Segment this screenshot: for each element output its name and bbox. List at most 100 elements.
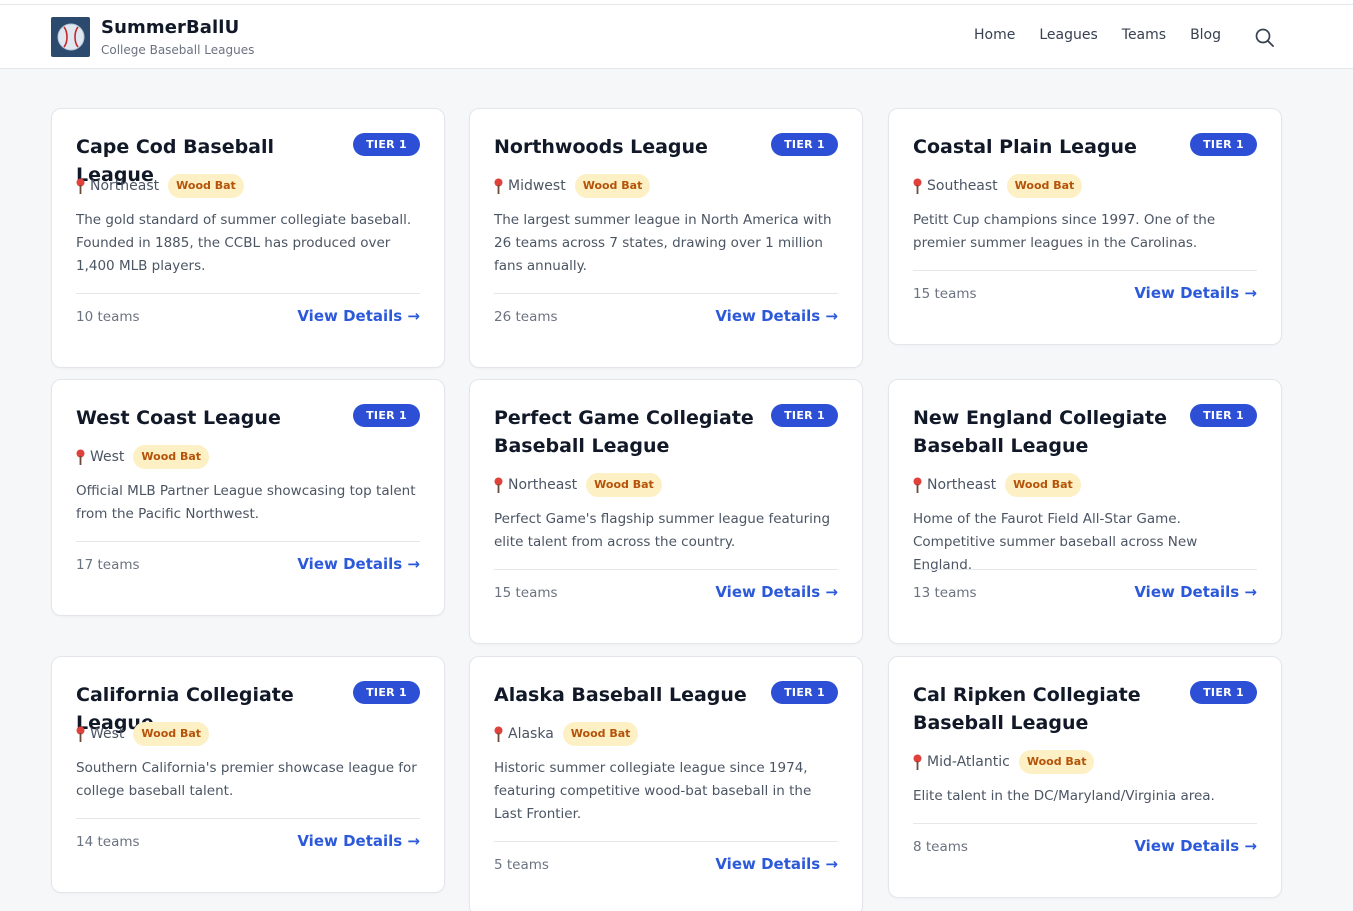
location-pin-icon [913, 477, 922, 493]
card-divider [913, 270, 1257, 271]
league-name[interactable]: Alaska Baseball League [494, 681, 764, 709]
league-meta: West Wood Bat [76, 445, 210, 469]
team-count: 15 teams [913, 286, 977, 302]
wood-bat-badge: Wood Bat [1018, 750, 1095, 774]
league-card[interactable]: Coastal Plain League TIER 1 Southeast Wo… [888, 108, 1282, 345]
region-label: Midwest [508, 178, 566, 194]
league-name[interactable]: Perfect Game Collegiate Baseball League [494, 404, 764, 460]
league-card[interactable]: Alaska Baseball League TIER 1 Alaska Woo… [469, 656, 863, 911]
region-label: Mid-Atlantic [927, 754, 1010, 770]
league-description: Perfect Game's flagship summer league fe… [494, 511, 831, 550]
tier-badge: TIER 1 [353, 133, 420, 156]
nav-teams[interactable]: Teams [1122, 27, 1166, 43]
card-divider [913, 569, 1257, 570]
card-divider [76, 293, 420, 294]
league-card[interactable]: Cal Ripken Collegiate Baseball League TI… [888, 656, 1282, 898]
tier-badge: TIER 1 [353, 404, 420, 427]
baseball-logo-icon[interactable] [51, 17, 90, 57]
league-card[interactable]: California Collegiate League TIER 1 West… [51, 656, 445, 893]
team-count: 5 teams [494, 857, 549, 873]
nav-blog[interactable]: Blog [1190, 27, 1221, 43]
nav-home[interactable]: Home [974, 27, 1015, 43]
league-card[interactable]: Cape Cod Baseball League TIER 1 Northeas… [51, 108, 445, 368]
region-label: Southeast [927, 178, 998, 194]
location-pin-icon [494, 477, 503, 493]
team-count: 15 teams [494, 585, 558, 601]
league-card[interactable]: West Coast League TIER 1 West Wood Bat O… [51, 379, 445, 616]
wood-bat-badge: Wood Bat [133, 445, 210, 469]
tier-badge: TIER 1 [353, 681, 420, 704]
team-count: 14 teams [76, 834, 140, 850]
league-card[interactable]: Northwoods League TIER 1 Midwest Wood Ba… [469, 108, 863, 368]
region-label: West [90, 449, 125, 465]
card-divider [494, 293, 838, 294]
league-meta: Northeast Wood Bat [913, 473, 1081, 497]
league-meta: Midwest Wood Bat [494, 174, 651, 198]
league-card[interactable]: New England Collegiate Baseball League T… [888, 379, 1282, 644]
league-name[interactable]: New England Collegiate Baseball League [913, 404, 1183, 460]
view-details-link[interactable]: View Details → [297, 555, 420, 573]
view-details-link[interactable]: View Details → [1134, 837, 1257, 855]
location-pin-icon [494, 726, 503, 742]
region-label: Northeast [927, 477, 997, 493]
wood-bat-badge: Wood Bat [562, 722, 639, 746]
view-details-link[interactable]: View Details → [297, 307, 420, 325]
brand-name[interactable]: SummerBallU [101, 17, 239, 38]
league-description: Historic summer collegiate league since … [494, 760, 812, 822]
tier-badge: TIER 1 [771, 404, 838, 427]
site-header: SummerBallU College Baseball Leagues Hom… [0, 4, 1353, 69]
league-description: Southern California's premier showcase l… [76, 760, 417, 799]
team-count: 17 teams [76, 557, 140, 573]
league-meta: Southeast Wood Bat [913, 174, 1083, 198]
league-meta: Northeast Wood Bat [494, 473, 662, 497]
view-details-link[interactable]: View Details → [1134, 284, 1257, 302]
card-divider [76, 541, 420, 542]
view-details-link[interactable]: View Details → [1134, 583, 1257, 601]
wood-bat-badge: Wood Bat [133, 722, 210, 746]
nav-leagues[interactable]: Leagues [1039, 27, 1097, 43]
card-divider [494, 569, 838, 570]
league-name[interactable]: Cal Ripken Collegiate Baseball League [913, 681, 1183, 737]
league-meta: West Wood Bat [76, 722, 210, 746]
wood-bat-badge: Wood Bat [1005, 473, 1081, 497]
wood-bat-badge: Wood Bat [586, 473, 662, 497]
location-pin-icon [913, 178, 922, 194]
region-label: West [90, 726, 125, 742]
search-icon[interactable] [1254, 27, 1276, 49]
location-pin-icon [494, 178, 503, 194]
league-description: Home of the Faurot Field All-Star Game. … [913, 511, 1198, 573]
wood-bat-badge: Wood Bat [1006, 174, 1083, 198]
view-details-link[interactable]: View Details → [715, 583, 838, 601]
location-pin-icon [76, 449, 85, 465]
league-description: Official MLB Partner League showcasing t… [76, 483, 416, 522]
wood-bat-badge: Wood Bat [574, 174, 651, 198]
league-name[interactable]: Northwoods League [494, 133, 764, 161]
view-details-link[interactable]: View Details → [297, 832, 420, 850]
tier-badge: TIER 1 [1190, 404, 1257, 427]
team-count: 26 teams [494, 309, 558, 325]
tier-badge: TIER 1 [771, 681, 838, 704]
team-count: 10 teams [76, 309, 140, 325]
league-meta: Mid-Atlantic Wood Bat [913, 750, 1095, 774]
league-name[interactable]: West Coast League [76, 404, 346, 432]
card-divider [76, 818, 420, 819]
main-nav: Home Leagues Teams Blog [974, 27, 1245, 43]
view-details-link[interactable]: View Details → [715, 307, 838, 325]
team-count: 8 teams [913, 839, 968, 855]
card-divider [913, 823, 1257, 824]
view-details-link[interactable]: View Details → [715, 855, 838, 873]
league-description: The gold standard of summer collegiate b… [76, 212, 412, 274]
league-description: Petitt Cup champions since 1997. One of … [913, 212, 1216, 251]
card-divider [494, 841, 838, 842]
league-meta: Northeast Wood Bat [76, 174, 244, 198]
league-card[interactable]: Perfect Game Collegiate Baseball League … [469, 379, 863, 644]
team-count: 13 teams [913, 585, 977, 601]
location-pin-icon [76, 726, 85, 742]
wood-bat-badge: Wood Bat [168, 174, 244, 198]
tier-badge: TIER 1 [1190, 681, 1257, 704]
region-label: Alaska [508, 726, 554, 742]
region-label: Northeast [508, 477, 578, 493]
location-pin-icon [76, 178, 85, 194]
tier-badge: TIER 1 [771, 133, 838, 156]
league-name[interactable]: Coastal Plain League [913, 133, 1183, 161]
